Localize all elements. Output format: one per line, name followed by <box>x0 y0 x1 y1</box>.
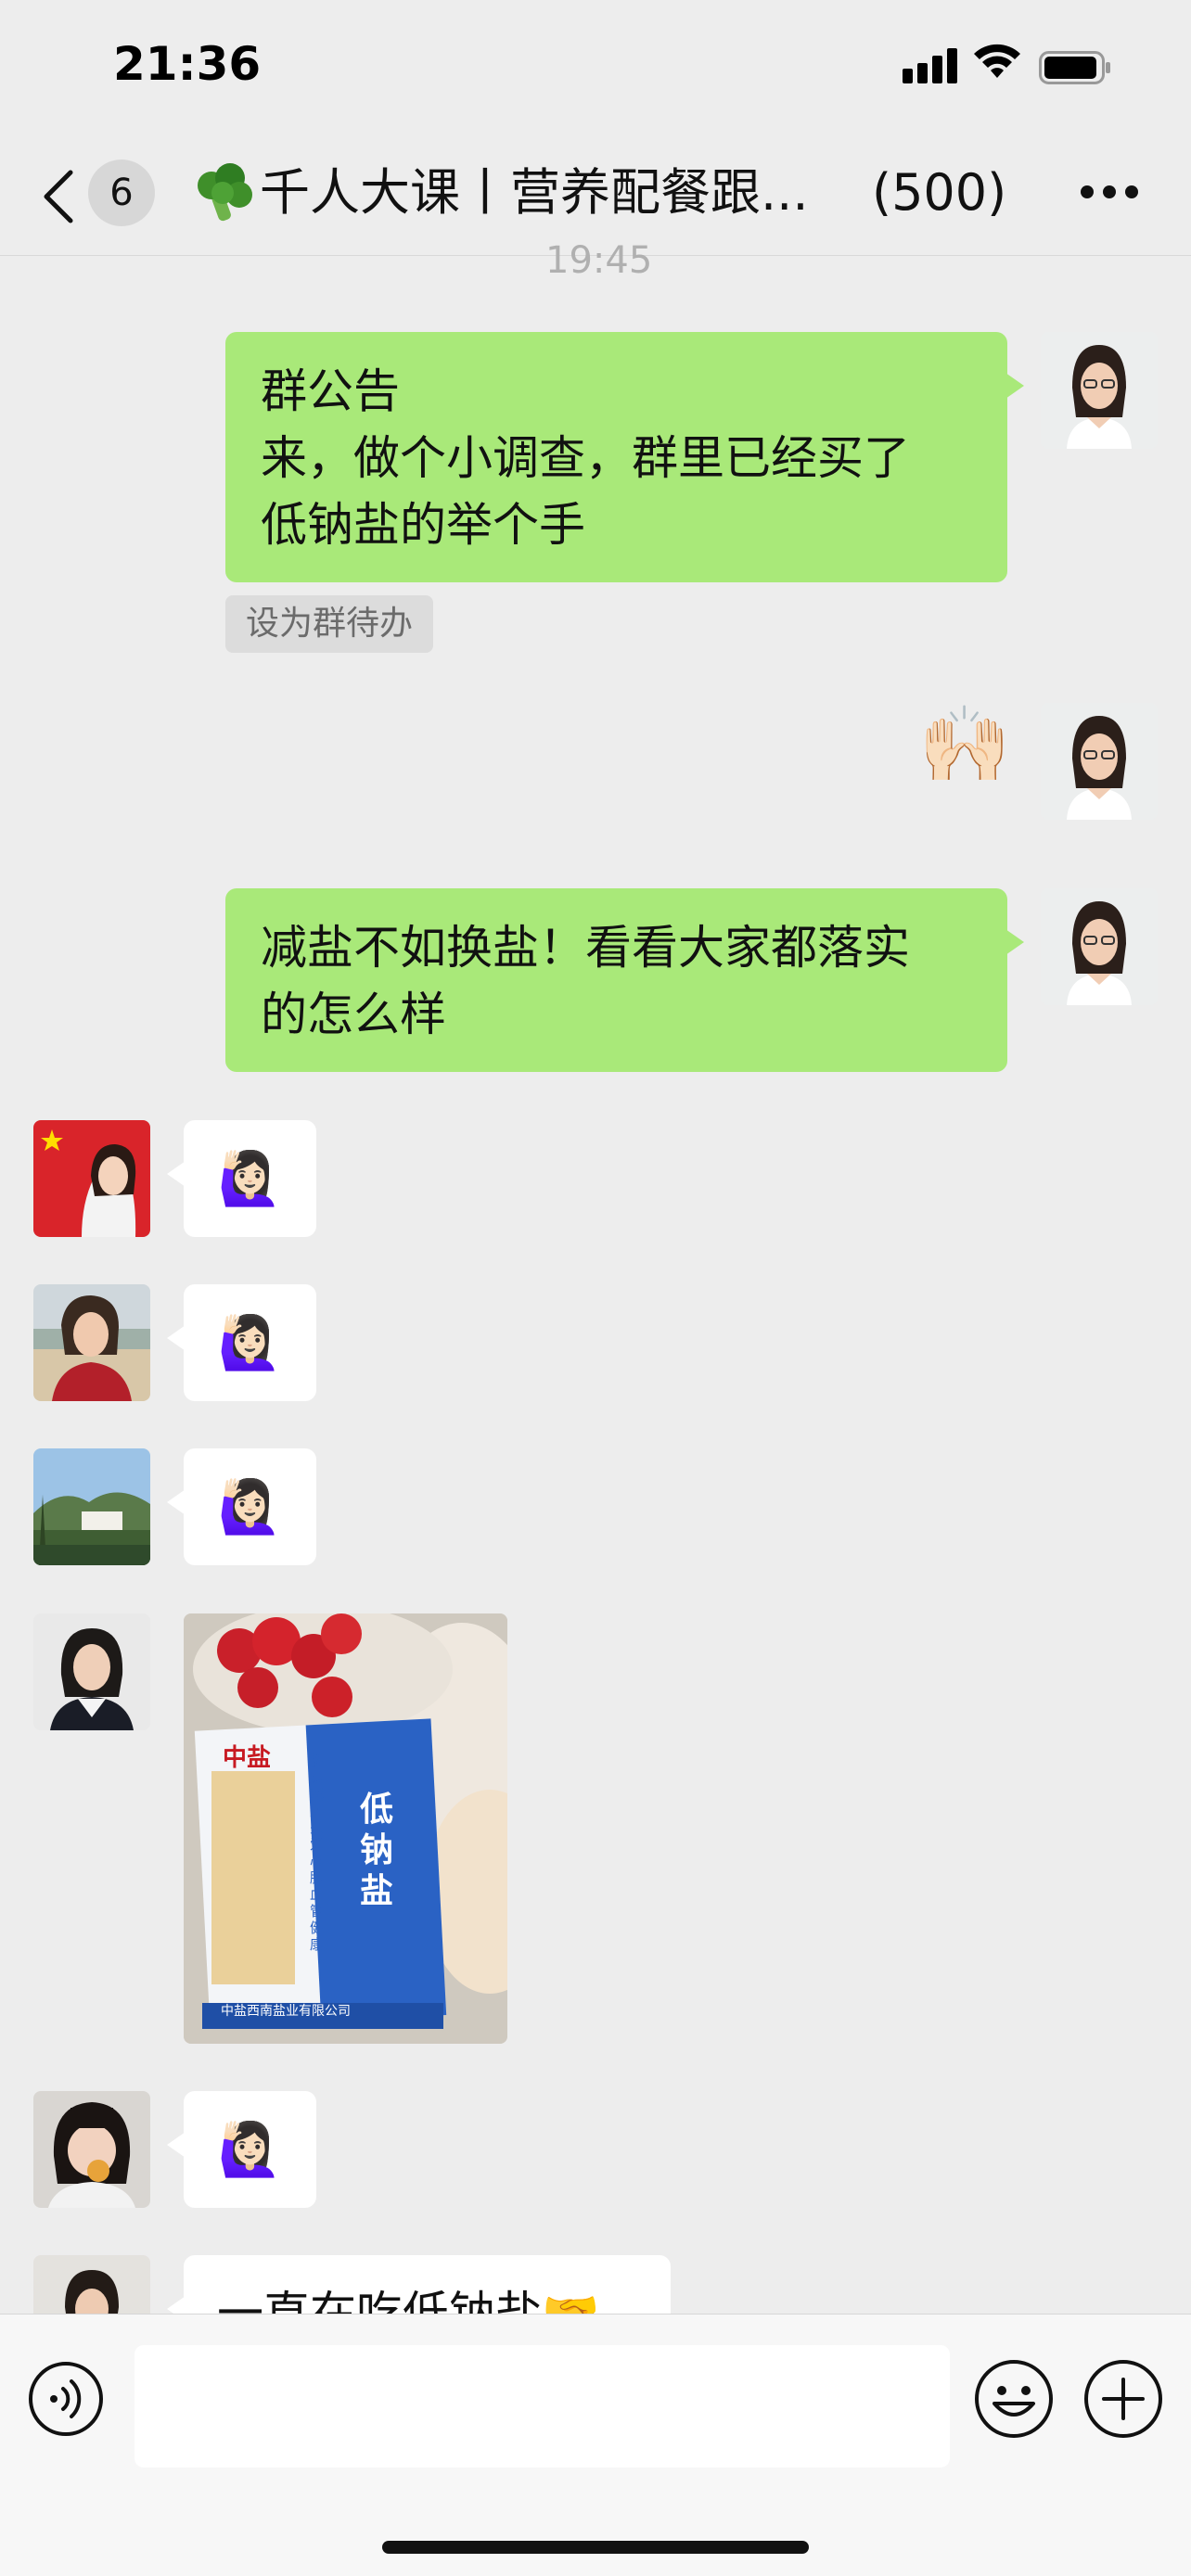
member-avatar[interactable] <box>33 1448 150 1565</box>
battery-icon <box>1039 51 1110 84</box>
input-bar <box>0 2314 1191 2576</box>
plus-icon[interactable] <box>1083 2359 1163 2439</box>
more-options-icon[interactable] <box>1081 185 1138 200</box>
photo-product-text: 低钠盐 <box>360 1791 394 1910</box>
status-bar: 21:36 <box>0 0 1191 139</box>
raise-hand-bubble[interactable]: 🙋🏻‍♀️ <box>167 1448 316 1565</box>
member-avatar[interactable] <box>33 1120 150 1237</box>
slogan-line: 的怎么样 <box>261 988 446 1041</box>
photo-maker-text: 中盐西南盐业有限公司 <box>221 2004 351 2019</box>
photo-message[interactable]: 中盐 低钠盐 健康减盐关爱心脑血管健康 中盐西南盐业有限公司 <box>184 1613 507 2044</box>
announcement-bubble[interactable]: 群公告 来，做个小调查，群里已经买了 低钠盐的举个手 <box>225 332 1024 582</box>
status-time: 21:36 <box>113 37 262 91</box>
self-avatar[interactable] <box>1041 332 1158 449</box>
unread-count-badge[interactable]: 6 <box>88 159 155 226</box>
raise-hand-emoji: 🙋🏻‍♀️ <box>217 1149 283 1209</box>
raise-hand-bubble[interactable]: 🙋🏻‍♀️ <box>167 1284 316 1401</box>
announcement-title: 群公告 <box>261 364 400 418</box>
raise-hand-emoji: 🙋🏻‍♀️ <box>217 1313 283 1373</box>
photo-brand-text: 中盐 <box>223 1744 272 1772</box>
announcement-line: 低钠盐的举个手 <box>261 498 585 552</box>
member-avatar[interactable] <box>33 2091 150 2208</box>
member-avatar[interactable] <box>33 1284 150 1401</box>
emoji-icon[interactable] <box>974 2359 1054 2439</box>
raise-hand-bubble[interactable]: 🙋🏻‍♀️ <box>167 1120 316 1237</box>
broccoli-icon <box>198 163 252 222</box>
wifi-icon <box>974 44 1020 78</box>
photo-vertical-text: 健康减盐关爱心脑血管健康 <box>310 1753 325 1953</box>
chat-screen: 21:36 6 千人大课丨营养配餐跟... (500) 19:45 群公告 来，… <box>0 0 1191 2576</box>
salt-photo-image <box>184 1613 507 2044</box>
back-chevron-icon[interactable] <box>39 167 76 226</box>
cellular-signal-icon <box>903 46 960 83</box>
announcement-line: 来，做个小调查，群里已经买了 <box>261 431 910 485</box>
message-input[interactable] <box>134 2345 950 2468</box>
member-avatar[interactable] <box>33 1613 150 1730</box>
raise-hand-emoji: 🙋🏻‍♀️ <box>217 1477 283 1537</box>
home-indicator <box>382 2541 809 2554</box>
raise-hand-bubble[interactable]: 🙋🏻‍♀️ <box>167 2091 316 2208</box>
self-avatar[interactable] <box>1041 888 1158 1005</box>
chat-title[interactable]: 千人大课丨营养配餐跟... <box>260 161 809 224</box>
member-count: (500) <box>872 163 1007 222</box>
slogan-bubble[interactable]: 减盐不如换盐！看看大家都落实 的怎么样 <box>225 888 1024 1072</box>
clap-emoji-message[interactable]: 🙌🏻 <box>918 700 1011 789</box>
slogan-line: 减盐不如换盐！看看大家都落实 <box>261 921 910 975</box>
voice-input-icon[interactable] <box>28 2361 104 2437</box>
set-group-todo-button[interactable]: 设为群待办 <box>225 595 434 653</box>
message-timestamp: 19:45 <box>545 239 653 282</box>
self-avatar[interactable] <box>1041 703 1158 820</box>
raise-hand-emoji: 🙋🏻‍♀️ <box>217 2120 283 2180</box>
